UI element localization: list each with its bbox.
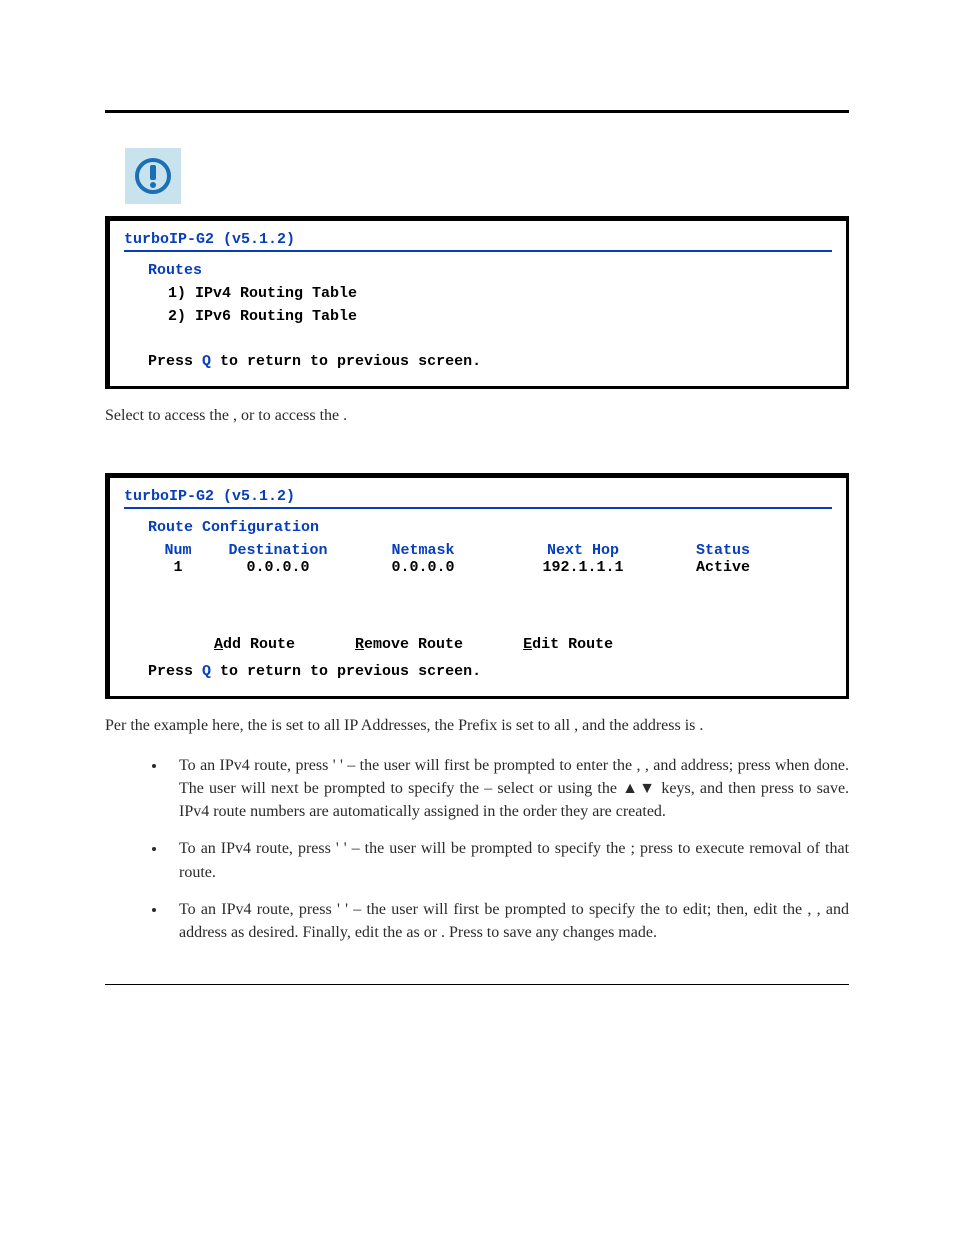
rem-r: emove Route: [364, 636, 463, 653]
add-r: dd Route: [223, 636, 295, 653]
screen1-title: turboIP-G2 (v5.1.2): [124, 231, 832, 248]
b3d: to edit; then, edit the: [665, 901, 807, 918]
b3i: or: [424, 924, 441, 941]
route-config-screen: turboIP-G2 (v5.1.2) Route Configuration …: [105, 473, 849, 699]
bullet-list: To an IPv4 route, press ' ' – the user w…: [105, 754, 849, 944]
b3f: , and: [817, 901, 849, 918]
b3g: address as desired. Finally, edit the: [179, 924, 406, 941]
b3k: to save any changes made.: [487, 924, 657, 941]
b3e: ,: [807, 901, 816, 918]
b1c: ' – the user will first be prompted to e…: [340, 757, 636, 774]
b2a: To: [179, 840, 201, 857]
b3h: as: [406, 924, 423, 941]
footer2-key: Q: [202, 663, 211, 680]
cell-mask: 0.0.0.0: [348, 559, 498, 576]
footer2-post: to return to previous screen.: [211, 663, 481, 680]
th-num: Num: [148, 542, 208, 559]
footer2-pre: Press: [148, 663, 202, 680]
screen2-section: Route Configuration: [148, 519, 832, 536]
table-row: 1 0.0.0.0 0.0.0.0 192.1.1.1 Active: [148, 559, 832, 576]
b1f: address; press: [681, 757, 775, 774]
cell-num: 1: [148, 559, 208, 576]
b1i: or: [539, 780, 558, 797]
b1b: an IPv4 route, press ': [200, 757, 340, 774]
footer-post: to return to previous screen.: [211, 353, 481, 370]
b3c: ' – the user will first be prompted to s…: [345, 901, 665, 918]
alert-icon: [125, 148, 181, 204]
screen1-footer: Press Q to return to previous screen.: [148, 353, 832, 370]
footer-rule: [105, 984, 849, 985]
b1h: – select: [484, 780, 539, 797]
th-status: Status: [668, 542, 778, 559]
paragraph-2: Per the example here, the is set to all …: [105, 715, 849, 737]
screen2-footer: Press Q to return to previous screen.: [148, 663, 832, 680]
footer-pre: Press: [148, 353, 202, 370]
list-item: To an IPv4 route, press ' ' – the user w…: [167, 898, 849, 944]
b3a: To: [179, 901, 201, 918]
screen2-title: turboIP-G2 (v5.1.2): [124, 488, 832, 505]
rem-u: R: [355, 636, 364, 653]
arrows-icon: ▲▼: [622, 780, 656, 797]
edit-u: E: [523, 636, 532, 653]
list-item: To an IPv4 route, press ' ' – the user w…: [167, 754, 849, 824]
cell-hop: 192.1.1.1: [498, 559, 668, 576]
screen1-divider: [124, 250, 832, 252]
header-rule: [105, 110, 849, 113]
edit-r: dit Route: [532, 636, 613, 653]
command-row: Add Route Remove Route Edit Route: [214, 636, 832, 653]
screen1-section: Routes: [148, 262, 832, 279]
cell-dest: 0.0.0.0: [208, 559, 348, 576]
b1j: using the: [558, 780, 623, 797]
caption-1: Select to access the , or to access the …: [105, 405, 849, 427]
th-dest: Destination: [208, 542, 348, 559]
remove-route-cmd: Remove Route: [355, 636, 463, 653]
add-route-cmd: Add Route: [214, 636, 295, 653]
p2a: Per the example here, the: [105, 717, 271, 734]
edit-route-cmd: Edit Route: [523, 636, 613, 653]
menu-item-ipv4: 1) IPv4 Routing Table: [168, 285, 832, 302]
cap1-c: , or: [233, 407, 258, 424]
cap1-b: to access the: [148, 407, 233, 424]
menu-item-ipv6: 2) IPv6 Routing Table: [168, 308, 832, 325]
b1e: , and: [645, 757, 681, 774]
p2d: address is: [633, 717, 700, 734]
p2e: .: [699, 717, 703, 734]
cap1-e: .: [343, 407, 347, 424]
b1k: keys, and then press: [661, 780, 799, 797]
p2c: , and the: [574, 717, 633, 734]
p2b: is set to all IP Addresses, the Prefix i…: [271, 717, 574, 734]
table-header-row: Num Destination Netmask Next Hop Status: [148, 542, 832, 559]
cap1-d: to access the: [258, 407, 343, 424]
footer-key: Q: [202, 353, 211, 370]
b3b: an IPv4 route, press ': [201, 901, 345, 918]
add-u: A: [214, 636, 223, 653]
list-item: To an IPv4 route, press ' ' – the user w…: [167, 837, 849, 883]
th-mask: Netmask: [348, 542, 498, 559]
b1a: To: [179, 757, 200, 774]
b2b: an IPv4 route, press ': [201, 840, 344, 857]
b1d: ,: [636, 757, 644, 774]
b2c: ' – the user will be prompted to specify…: [344, 840, 631, 857]
b3j: . Press: [441, 924, 487, 941]
cell-status: Active: [668, 559, 778, 576]
b2d: ; press: [631, 840, 678, 857]
th-hop: Next Hop: [498, 542, 668, 559]
screen2-divider: [124, 507, 832, 509]
cap1-a: Select: [105, 407, 148, 424]
routes-menu-screen: turboIP-G2 (v5.1.2) Routes 1) IPv4 Routi…: [105, 216, 849, 389]
